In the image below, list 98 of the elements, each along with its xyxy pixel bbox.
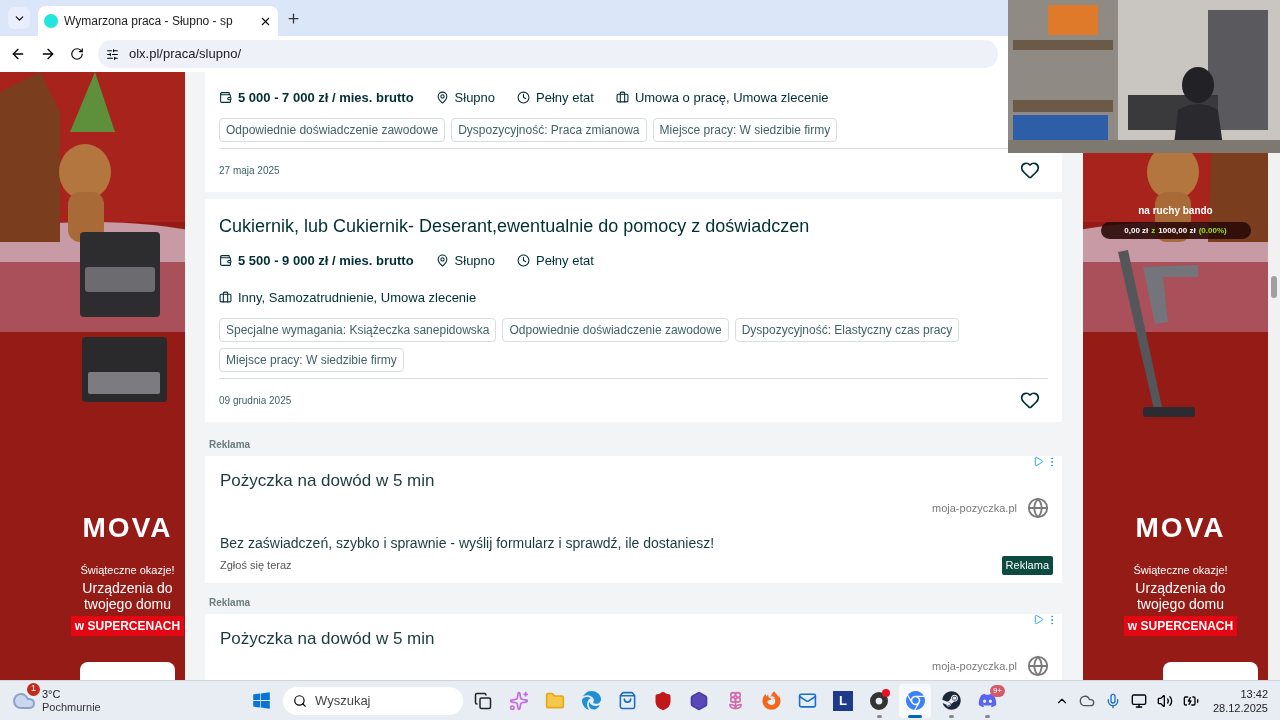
job-tag: Specjalne wymagania: Książeczka sanepidowska (219, 317, 497, 342)
steam-icon (941, 691, 961, 710)
search-input[interactable]: Wyszukaj (315, 690, 435, 711)
shield-icon (653, 690, 673, 711)
job-title[interactable]: Cukiernik, lub Cukiernik- Deserant,ewentualnie do pomocy z doświadczen (219, 214, 1048, 237)
running-indicator (984, 714, 990, 718)
contract-type: Umowa o pracę, Umowa zlecenie (634, 89, 829, 107)
sparkle-icon (509, 690, 529, 711)
ad-card[interactable]: Pożyczka na dowód w 5 min moja-pozyczka.pl Bez zaświadczeń, szybko i sprawnie - wyślij formularz i sprawdź, ile dostaniesz! Zgłoś się teraz Reklama (205, 455, 1062, 583)
location: Słupno (454, 89, 496, 107)
search-field[interactable]: Wyszukaj (283, 686, 463, 715)
reload-icon[interactable] (70, 47, 84, 61)
site-settings-icon[interactable] (106, 47, 119, 61)
job-tag: Odpowiednie doświadczenie zawodowe (219, 117, 446, 142)
ad-highlight: w SUPERCENACH (70, 616, 185, 636)
job-tag: Odpowiednie doświadczenie zawodowe (502, 317, 729, 342)
ad-description: Bez zaświadczeń, szybko i sprawnie - wyślij formularz i sprawdź, ile dostaniesz! (220, 534, 716, 553)
browser-wave-icon (581, 691, 601, 710)
work-time: Pełny etat (536, 251, 594, 270)
brand-name: MOVA (1135, 513, 1226, 542)
goal-separator: z (1151, 224, 1156, 237)
mail-icon (797, 691, 817, 710)
forward-icon[interactable] (40, 46, 56, 62)
salary: 5 000 - 7 000 zł / mies. brutto (238, 89, 414, 107)
contract-type: Inny, Samozatrudnienie, Umowa zlecenie (238, 289, 477, 307)
folder-icon (545, 690, 565, 711)
job-tag: Dyspozycyjność: Elastyczny czas pracy (734, 317, 960, 342)
notification-badge: 1 (27, 682, 40, 696)
work-time: Pełny etat (536, 89, 594, 107)
job-card[interactable] (205, 198, 1062, 422)
briefcase-icon (219, 291, 232, 305)
store-bag-icon (617, 691, 637, 710)
network-icon[interactable] (1130, 692, 1147, 709)
goal-amount: 0,00 zł (1124, 224, 1149, 237)
ad-label: Reklama (208, 595, 252, 610)
chrome-browser-icon (905, 691, 925, 710)
ad-domain[interactable]: moja-pozyczka.pl (932, 499, 1017, 517)
taskbar-app-button[interactable]: L (827, 683, 859, 718)
location-pin-icon (435, 253, 449, 267)
ad-headline: Urządzenia do twojego domu (1134, 580, 1227, 612)
search-icon (293, 693, 307, 708)
address-bar[interactable]: olx.pl/praca/slupno/ (98, 40, 998, 68)
clock-time: 13:42 (1240, 686, 1268, 701)
task-view-icon (474, 691, 492, 710)
tab-list-button[interactable] (8, 7, 30, 29)
location: Słupno (454, 251, 496, 270)
running-indicator (948, 714, 954, 718)
briefcase-icon (615, 91, 629, 105)
globe-icon (1027, 655, 1049, 677)
tab-title: Wymarzona praca - Słupno - sp (64, 13, 234, 30)
site-favicon (44, 14, 58, 28)
ad-card[interactable]: Pożyczka na dowód w 5 min moja-pozyczka.pl (205, 613, 1062, 680)
stream-goal-title: na ruchy bando (1138, 204, 1213, 218)
ad-call-to-action[interactable]: Zgłoś się teraz (220, 557, 292, 574)
chat-app-icon (977, 691, 997, 710)
clock-date: 28.12.2025 (1212, 700, 1268, 715)
job-tag: Miejsce pracy: W siedzibie firmy (652, 117, 838, 142)
notification-badge: 9+ (989, 684, 1005, 697)
running-indicator (876, 714, 882, 718)
scrollbar[interactable] (1268, 153, 1280, 680)
ad-title[interactable]: Pożyczka na dowód w 5 min (220, 625, 1047, 651)
browser-tab[interactable]: Wymarzona praca - Słupno - sp (38, 6, 278, 36)
brand-name: MOVA (82, 513, 173, 542)
clock-icon (517, 91, 531, 105)
wallet-icon (219, 91, 232, 105)
ad-highlight: w SUPERCENACH (1123, 616, 1238, 636)
job-tag: Miejsce pracy: W siedzibie firmy (219, 347, 404, 372)
ad-headline: Urządzenia do twojego domu (81, 580, 174, 612)
globe-icon (1027, 497, 1049, 519)
clock-icon (517, 253, 531, 267)
volume-icon[interactable] (1156, 692, 1173, 709)
start-icon[interactable] (252, 691, 271, 710)
app-letter-icon: L (833, 690, 853, 711)
goal-percent: (0.00%) (1198, 224, 1227, 237)
ad-title[interactable]: Pożyczka na dowód w 5 min (220, 467, 1047, 493)
wallet-icon (219, 253, 232, 267)
posted-date: 27 maja 2025 (219, 163, 280, 178)
new-tab-icon[interactable] (286, 10, 301, 26)
ad-domain[interactable]: moja-pozyczka.pl (932, 657, 1017, 675)
ad-badge: Reklama (1001, 556, 1053, 575)
salary: 5 500 - 9 000 zł / mies. brutto (238, 251, 414, 270)
ad-tagline: Świąteczne okazje! (80, 562, 175, 578)
url-text: olx.pl/praca/slupno/ (129, 45, 241, 64)
fox-browser-icon (761, 691, 781, 710)
record-icon (870, 691, 888, 710)
ad-label: Reklama (208, 437, 252, 452)
location-pin-icon (435, 91, 449, 105)
hexagon-icon (689, 690, 709, 711)
job-card[interactable]: 5 000 - 7 000 zł / mies. brutto Słupno Pełny etat Umowa o pracę, Umowa zlecenie Odpowiednie doświadczenie zawodowe Dyspozycyjność: Praca zmianowa Miejsce pracy: W siedzibie firmy 27 maja 2025 (205, 72, 1062, 192)
ad-tagline: Świąteczne okazje! (1133, 562, 1228, 578)
goal-target: 1000,00 zł (1158, 224, 1196, 237)
back-icon[interactable] (10, 46, 26, 62)
running-indicator (908, 714, 922, 718)
taskbar-app-button[interactable]: 9+ (971, 683, 1003, 718)
weather-condition: Pochmurnie (42, 700, 101, 714)
job-tag: Dyspozycyjność: Praca zmianowa (451, 117, 647, 142)
posted-date: 09 grudnia 2025 (219, 393, 292, 408)
weather-temperature: 3°C (42, 687, 62, 701)
